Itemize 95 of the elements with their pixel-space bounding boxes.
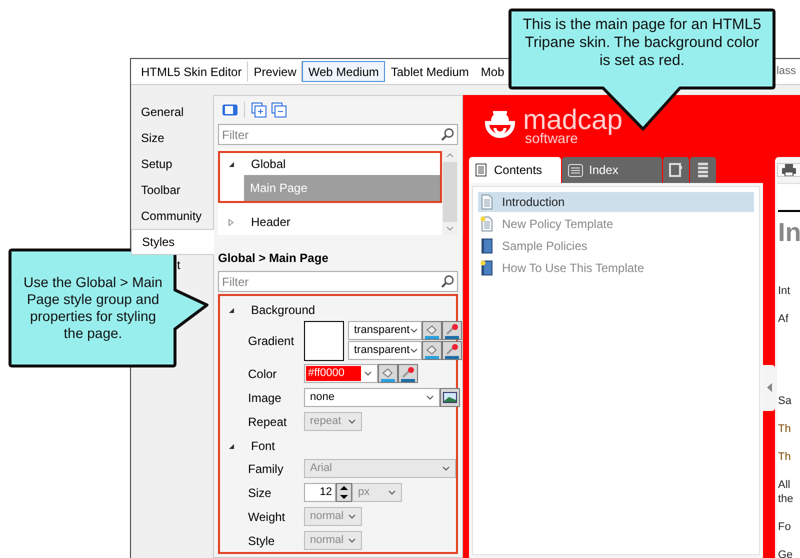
topic-text: All <box>778 478 792 492</box>
book-icon <box>669 163 683 177</box>
topic-text: the <box>778 492 794 506</box>
property-group[interactable]: Font <box>228 435 456 457</box>
toc-item[interactable]: Sample Policies <box>478 236 754 256</box>
breadcrumb: Global > Main Page <box>218 250 330 267</box>
toc-item[interactable]: Introduction <box>478 192 754 212</box>
side-tab[interactable]: Toolbar <box>131 177 213 203</box>
property-label: Weight <box>248 508 286 526</box>
side-tab[interactable]: Setup <box>131 151 213 177</box>
list-icon <box>696 162 710 178</box>
topic-text: Ge <box>778 548 794 558</box>
side-tab[interactable]: Size <box>131 125 213 151</box>
editor-tab[interactable]: Tablet Medium <box>384 61 475 82</box>
property-group[interactable]: Background <box>228 299 456 321</box>
topic-text: Fo <box>778 520 792 534</box>
search-icon <box>441 128 454 141</box>
gradient-swatch[interactable] <box>304 321 344 361</box>
property-label: Color <box>248 366 278 382</box>
filter-field[interactable]: Filter <box>218 124 458 145</box>
dropdown-caret-icon <box>410 328 418 333</box>
page-icon <box>480 216 494 232</box>
topic-text: Int <box>778 284 792 298</box>
property-label: Repeat <box>248 414 288 430</box>
expanded-arrow-icon[interactable] <box>228 442 235 450</box>
property-label: Style <box>248 532 276 550</box>
collapse-handle[interactable] <box>763 364 775 410</box>
callout-text: Use the Global > Main Page style group and properties for styling the page. <box>22 274 164 342</box>
paint-bucket-button[interactable] <box>378 364 398 383</box>
topic-text: Sa <box>778 394 792 408</box>
number-field[interactable]: 12 <box>304 483 336 502</box>
side-tab[interactable]: General <box>131 99 213 125</box>
side-tab[interactable]: t <box>177 255 180 275</box>
dropdown-caret-icon <box>348 419 356 424</box>
page-icon <box>480 194 494 210</box>
paint-bucket-button[interactable] <box>422 341 442 360</box>
property-label: Gradient <box>248 333 296 350</box>
editor-tab[interactable]: Mob <box>474 61 510 82</box>
filter-field[interactable]: Filter <box>218 271 458 292</box>
color-dropdown[interactable]: #ff0000 <box>304 364 378 383</box>
topic-heading: In <box>778 216 800 248</box>
collapsed-arrow-icon[interactable] <box>228 218 235 226</box>
topic-text: Th <box>778 422 792 436</box>
property-label: Family <box>248 460 284 478</box>
document-icon <box>475 163 488 177</box>
pane-tab[interactable]: Index <box>562 157 662 183</box>
image-picker-button[interactable] <box>440 388 460 407</box>
glossary-tab[interactable] <box>663 157 689 183</box>
dropdown-caret-icon <box>446 226 454 231</box>
side-tab[interactable]: Community <box>131 203 213 229</box>
dropdown-caret-icon <box>348 514 356 519</box>
tree-item[interactable]: Header <box>220 211 440 233</box>
topic-text: Th <box>778 450 792 464</box>
expanded-arrow-icon[interactable] <box>228 160 235 168</box>
editor-tab[interactable]: HTML5 Skin Editor <box>135 61 248 82</box>
editor-tab-fragment: lass <box>776 64 796 80</box>
topic-text: Af <box>778 312 790 326</box>
dropdown-caret-icon <box>348 538 356 543</box>
dropdown[interactable]: transparent <box>348 341 422 360</box>
dropdown[interactable]: none <box>304 388 440 407</box>
editor-tab[interactable]: Web Medium <box>302 61 385 82</box>
property-label: Image <box>248 390 282 406</box>
toc-item[interactable]: New Policy Template <box>478 214 754 234</box>
spinner-icon[interactable] <box>336 483 352 502</box>
logo-tagline: software <box>525 132 578 144</box>
property-label: Size <box>248 484 272 502</box>
color-value: #ff0000 <box>306 366 361 381</box>
callout-text: This is the main page for an HTML5 Tripane skin. The background color is set as red. <box>522 16 762 70</box>
panel-toggle-icon[interactable] <box>222 104 238 116</box>
pane-tab[interactable]: Contents <box>469 157 561 183</box>
dropdown[interactable]: transparent <box>348 321 422 340</box>
dropdown-caret-icon <box>364 371 372 376</box>
book-icon <box>480 238 494 254</box>
expand-all-icon[interactable] <box>251 102 267 118</box>
dropdown-caret-icon <box>410 348 418 353</box>
side-tab[interactable]: Styles <box>131 229 214 255</box>
tree-item[interactable]: Global <box>220 153 440 175</box>
scrollbar[interactable] <box>442 149 458 235</box>
dropdown-caret-icon <box>388 490 396 495</box>
browse-tab[interactable] <box>690 157 716 183</box>
dropdown-caret-icon <box>426 395 434 400</box>
eyedropper-button[interactable] <box>442 321 462 340</box>
collapse-all-icon[interactable] <box>271 102 287 118</box>
dropdown-caret-icon <box>442 466 450 471</box>
book-icon <box>480 260 494 276</box>
print-button[interactable] <box>777 163 800 177</box>
scroll-up-icon[interactable] <box>446 153 454 158</box>
expanded-arrow-icon[interactable] <box>228 306 235 314</box>
printer-icon <box>782 164 796 176</box>
list-icon <box>568 164 583 176</box>
paint-bucket-button[interactable] <box>422 321 442 340</box>
eyedropper-button[interactable] <box>442 341 462 360</box>
eyedropper-button[interactable] <box>398 364 418 383</box>
toc-item[interactable]: How To Use This Template <box>478 258 754 278</box>
search-icon <box>441 275 454 288</box>
